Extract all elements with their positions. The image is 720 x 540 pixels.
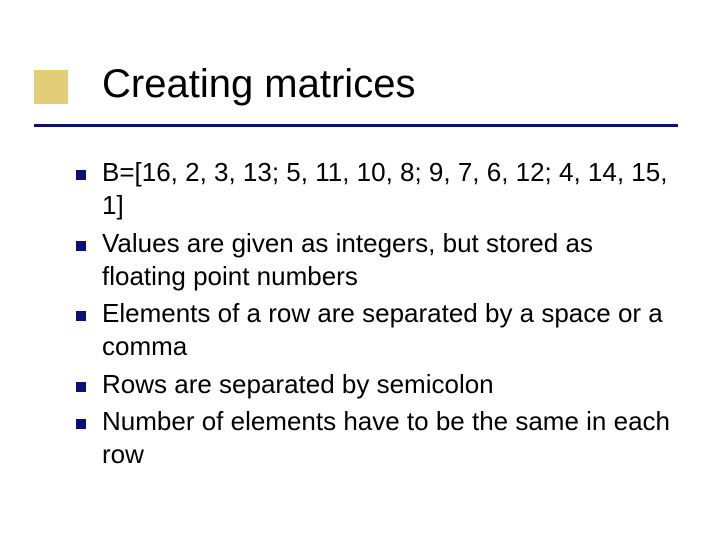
list-item: Number of elements have to be the same i… — [76, 405, 682, 472]
slide-body: B=[16, 2, 3, 13; 5, 11, 10, 8; 9, 7, 6, … — [76, 156, 682, 475]
list-item: Elements of a row are separated by a spa… — [76, 297, 682, 364]
accent-square — [34, 70, 68, 104]
bullet-text: B=[16, 2, 3, 13; 5, 11, 10, 8; 9, 7, 6, … — [102, 156, 682, 223]
list-item: Rows are separated by semicolon — [76, 368, 682, 401]
bullet-icon — [76, 241, 86, 251]
list-item: B=[16, 2, 3, 13; 5, 11, 10, 8; 9, 7, 6, … — [76, 156, 682, 223]
bullet-icon — [76, 419, 86, 429]
bullet-text: Elements of a row are separated by a spa… — [102, 297, 682, 364]
slide: Creating matrices B=[16, 2, 3, 13; 5, 11… — [0, 0, 720, 540]
list-item: Values are given as integers, but stored… — [76, 227, 682, 294]
bullet-text: Values are given as integers, but stored… — [102, 227, 682, 294]
bullet-icon — [76, 170, 86, 180]
accent-underline — [34, 124, 678, 127]
bullet-icon — [76, 382, 86, 392]
bullet-text: Number of elements have to be the same i… — [102, 405, 682, 472]
bullet-text: Rows are separated by semicolon — [102, 368, 494, 401]
slide-title: Creating matrices — [102, 62, 415, 107]
bullet-icon — [76, 311, 86, 321]
